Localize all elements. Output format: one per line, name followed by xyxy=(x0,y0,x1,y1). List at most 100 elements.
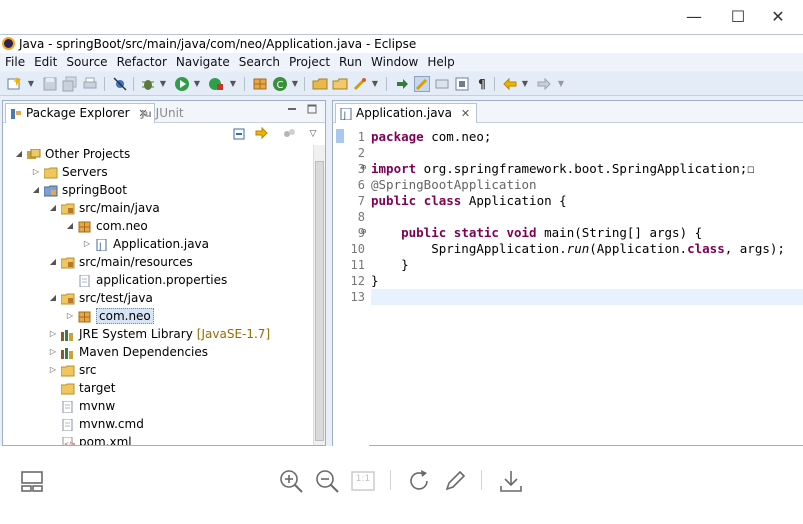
expand-fold-icon[interactable]: ⊕ xyxy=(361,163,366,173)
tree-item-label: Other Projects xyxy=(45,147,131,161)
expanded-arrow-icon[interactable]: ◢ xyxy=(64,217,76,235)
scrollbar-thumb[interactable] xyxy=(315,161,324,441)
tree-item[interactable]: </> pom.xml xyxy=(47,433,132,445)
edit-pencil-icon[interactable] xyxy=(442,468,468,494)
show-whitespace-icon[interactable] xyxy=(454,76,470,92)
zoom-out-icon[interactable] xyxy=(314,468,340,494)
menu-item-refactor[interactable]: Refactor xyxy=(112,53,171,71)
actual-size-button[interactable]: 1:1 xyxy=(350,468,376,494)
code-area[interactable]: package com.neo; import org.springframewo… xyxy=(371,124,803,446)
zoom-in-icon[interactable] xyxy=(278,468,304,494)
vertical-scrollbar[interactable] xyxy=(313,145,325,445)
code-editor[interactable]: 1 2 3 ⊕ 6 7 8 9 ⊖ 10 11 12 13 package com.neo; import… xyxy=(333,124,803,446)
menu-item-file[interactable]: File xyxy=(0,53,29,71)
back-arrow-icon[interactable] xyxy=(502,76,518,92)
download-icon[interactable] xyxy=(498,468,524,494)
expanded-arrow-icon[interactable]: ◢ xyxy=(47,253,59,271)
chevron-down-icon[interactable]: ▼ xyxy=(370,76,380,92)
new-java-class-icon[interactable]: C xyxy=(272,76,288,92)
chevron-down-icon[interactable]: ▼ xyxy=(228,76,238,92)
next-annotation-icon[interactable] xyxy=(394,76,410,92)
tree-item[interactable]: ◢ Other Projects xyxy=(13,145,130,163)
collapse-fold-icon[interactable]: ⊖ xyxy=(361,227,366,237)
menu-item-search[interactable]: Search xyxy=(234,53,284,71)
debug-icon[interactable] xyxy=(140,76,156,92)
chevron-down-icon[interactable]: ▼ xyxy=(26,76,36,92)
new-icon[interactable] xyxy=(6,76,22,92)
view-menu-icon[interactable]: ▽ xyxy=(305,126,321,142)
tree-item[interactable]: target xyxy=(47,379,116,397)
tree-item[interactable]: ▷ src xyxy=(47,361,97,379)
tree-item[interactable]: ▷ Maven Dependencies xyxy=(47,343,208,361)
menu-item-run[interactable]: Run xyxy=(334,53,366,71)
tree-item[interactable]: ◢ com.neo xyxy=(64,217,148,235)
collapsed-arrow-icon[interactable]: ▷ xyxy=(30,163,42,181)
collapsed-arrow-icon[interactable]: ▷ xyxy=(81,235,93,253)
save-all-icon[interactable] xyxy=(62,76,78,92)
search-icon[interactable] xyxy=(352,76,368,92)
chevron-down-icon[interactable]: ▼ xyxy=(520,76,530,92)
tree-item[interactable]: application.properties xyxy=(64,271,227,289)
close-icon[interactable]: ✕ xyxy=(461,107,470,120)
block-selection-icon[interactable] xyxy=(434,76,450,92)
collapsed-arrow-icon[interactable]: ▷ xyxy=(47,325,59,343)
tree-item[interactable]: mvnw.cmd xyxy=(47,415,144,433)
tab-package-explorer[interactable]: Package Explorer ✕ xyxy=(5,103,155,123)
code-line: @SpringBootApplication xyxy=(371,177,537,193)
save-icon[interactable] xyxy=(42,76,58,92)
tree-item[interactable]: ▷ Servers xyxy=(30,163,108,181)
tree-item[interactable]: ▷ JRE System Library [JavaSE-1.7] xyxy=(47,325,270,343)
collapsed-arrow-icon[interactable]: ▷ xyxy=(47,361,59,379)
expanded-arrow-icon[interactable]: ◢ xyxy=(30,181,42,199)
expanded-arrow-icon[interactable]: ◢ xyxy=(47,199,59,217)
open-type-icon[interactable] xyxy=(312,76,328,92)
chevron-down-icon[interactable]: ▼ xyxy=(158,76,168,92)
chevron-down-icon[interactable]: ▼ xyxy=(556,76,566,92)
mark-occurrences-icon[interactable] xyxy=(414,76,430,92)
tree-item[interactable]: ◢ src/main/resources xyxy=(47,253,193,271)
expanded-arrow-icon[interactable]: ◢ xyxy=(13,145,25,163)
menu-item-help[interactable]: Help xyxy=(422,53,458,71)
tree-item[interactable]: ▷ com.neo xyxy=(64,307,154,325)
menu-item-navigate[interactable]: Navigate xyxy=(171,53,234,71)
link-with-editor-icon[interactable] xyxy=(253,126,269,142)
tree-item-label: src xyxy=(79,363,97,377)
collapse-all-icon[interactable] xyxy=(231,126,247,142)
print-icon[interactable] xyxy=(82,76,98,92)
tab-application-java[interactable]: J Application.java ✕ xyxy=(335,103,478,123)
new-java-package-icon[interactable] xyxy=(252,76,268,92)
maximize-view-icon[interactable] xyxy=(305,103,319,119)
tree-item[interactable]: mvnw xyxy=(47,397,115,415)
collapsed-arrow-icon[interactable]: ▷ xyxy=(64,307,76,325)
tree-item[interactable]: ◢ src/main/java xyxy=(47,199,160,217)
rotate-icon[interactable] xyxy=(406,468,432,494)
chevron-down-icon[interactable]: ▼ xyxy=(192,76,202,92)
focus-on-active-task-icon[interactable] xyxy=(281,126,297,142)
minimize-view-icon[interactable] xyxy=(285,103,299,119)
open-task-icon[interactable] xyxy=(332,76,348,92)
minimize-button[interactable]: — xyxy=(674,4,714,30)
forward-arrow-icon[interactable] xyxy=(536,76,552,92)
tree-item[interactable]: ◢ springBoot xyxy=(30,181,127,199)
tab-junit[interactable]: Ju JUnit xyxy=(141,105,184,123)
external-tools-icon[interactable] xyxy=(208,76,224,92)
pilcrow-icon[interactable]: ¶ xyxy=(474,76,490,92)
tree-item-label: Maven Dependencies xyxy=(79,345,209,359)
menu-item-window[interactable]: Window xyxy=(366,53,422,71)
tree-item[interactable]: ▷ J Application.java xyxy=(81,235,209,253)
menu-item-edit[interactable]: Edit xyxy=(29,53,61,71)
chevron-down-icon[interactable]: ▼ xyxy=(290,76,300,92)
thumbnail-view-icon[interactable] xyxy=(19,468,45,494)
close-button[interactable]: ✕ xyxy=(758,4,798,30)
maximize-button[interactable]: ☐ xyxy=(718,4,758,30)
run-icon[interactable] xyxy=(174,76,190,92)
expanded-arrow-icon[interactable]: ◢ xyxy=(47,289,59,307)
collapsed-arrow-icon[interactable]: ▷ xyxy=(47,343,59,361)
tree-item-label: src/main/java xyxy=(79,201,160,215)
tree-item-label: src/main/resources xyxy=(79,255,193,269)
tree-item[interactable]: ◢ src/test/java xyxy=(47,289,153,307)
menu-item-source[interactable]: Source xyxy=(61,53,111,71)
skip-breakpoints-icon[interactable] xyxy=(112,76,128,92)
menu-item-project[interactable]: Project xyxy=(284,53,334,71)
